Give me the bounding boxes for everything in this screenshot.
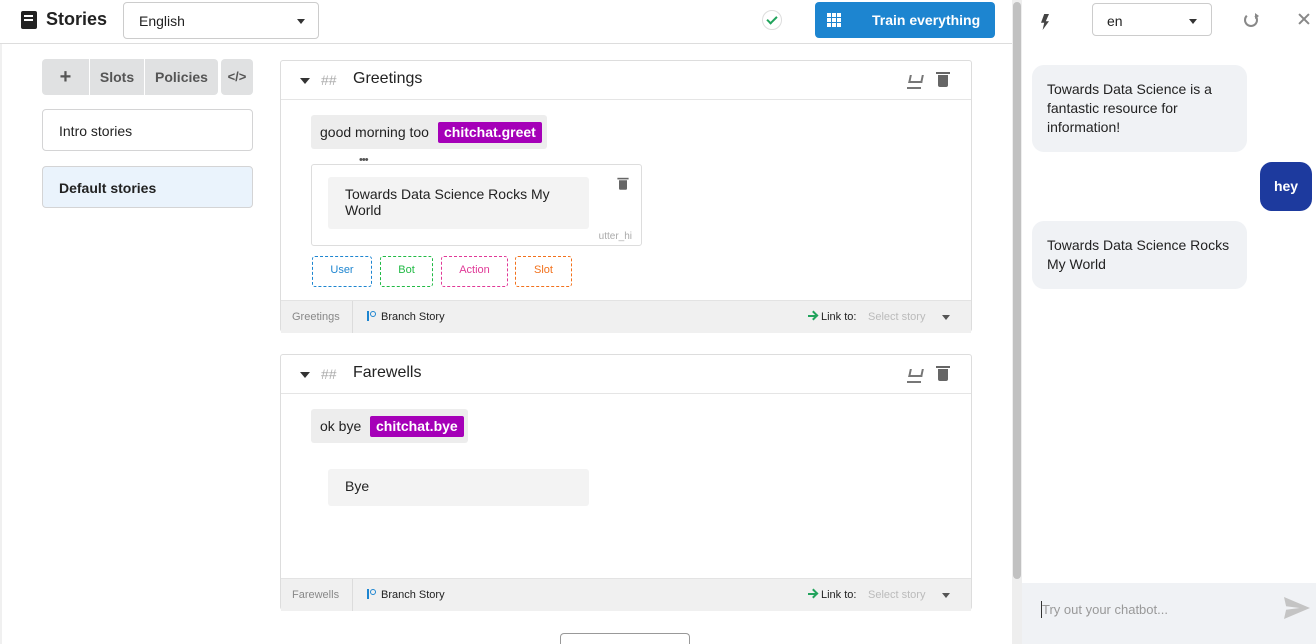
- story-card-farewells: ## Farewells ok bye chitchat.bye Bye Far…: [280, 354, 972, 611]
- delete-story-icon[interactable]: [936, 72, 950, 87]
- chat-input-placeholder: Try out your chatbot...: [1042, 602, 1168, 617]
- add-slot-button[interactable]: Slot: [515, 256, 572, 287]
- select-story-dropdown[interactable]: Select story: [868, 589, 925, 601]
- check-icon: [762, 10, 782, 30]
- chevron-down-icon[interactable]: [942, 315, 950, 320]
- chevron-down-icon[interactable]: [942, 593, 950, 598]
- sidebar-item-default-stories[interactable]: Default stories: [42, 166, 253, 208]
- response-name: utter_hi: [598, 231, 632, 242]
- left-edge: [0, 44, 2, 644]
- bot-response-text: Towards Data Science Rocks My World: [345, 186, 550, 218]
- train-label: Train everything: [872, 12, 981, 28]
- bot-response-box: Towards Data Science Rocks My World utte…: [311, 164, 642, 246]
- policies-button[interactable]: Policies: [145, 59, 218, 95]
- story-card-greetings: ## Greetings good morning too chitchat.g…: [280, 60, 972, 333]
- link-to-label: Link to:: [821, 311, 857, 323]
- delete-story-icon[interactable]: [936, 366, 950, 381]
- utterance-text: ok bye: [320, 418, 362, 434]
- intent-label[interactable]: chitchat.greet: [438, 122, 542, 143]
- add-step-buttons: User Bot Action Slot: [312, 256, 612, 287]
- chat-message-text: Towards Data Science Rocks My World: [1047, 237, 1230, 272]
- branch-icon: [367, 311, 376, 321]
- code-view-button[interactable]: </>: [221, 59, 253, 95]
- chat-message-bot: Towards Data Science is a fantastic reso…: [1032, 65, 1247, 152]
- bot-response[interactable]: Bye: [328, 469, 589, 506]
- user-utterance[interactable]: good morning too chitchat.greet: [311, 115, 547, 149]
- chat-message-text: Towards Data Science is a fantastic reso…: [1047, 81, 1212, 135]
- slots-button[interactable]: Slots: [90, 59, 144, 95]
- story-footer: Farewells Branch Story Link to: Select s…: [281, 578, 971, 611]
- train-everything-button[interactable]: Train everything: [815, 2, 995, 38]
- utterance-text: good morning too: [320, 124, 429, 140]
- bot-response[interactable]: Towards Data Science Rocks My World: [328, 177, 589, 229]
- intent-label[interactable]: chitchat.bye: [370, 416, 464, 437]
- delete-response-icon[interactable]: [617, 177, 629, 190]
- story-footer-name: Greetings: [292, 311, 340, 323]
- collapse-icon[interactable]: [300, 372, 310, 378]
- sidebar-item-intro-stories[interactable]: Intro stories: [42, 109, 253, 151]
- chat-message-bot: Towards Data Science Rocks My World: [1032, 221, 1247, 289]
- divider: [352, 301, 353, 333]
- chat-message-user: hey: [1260, 162, 1312, 211]
- refresh-icon[interactable]: [1244, 13, 1259, 27]
- book-icon: [21, 11, 37, 29]
- user-utterance[interactable]: ok bye chitchat.bye: [311, 409, 468, 443]
- select-story-dropdown[interactable]: Select story: [868, 311, 925, 323]
- bottom-tab[interactable]: [560, 633, 690, 644]
- chat-input[interactable]: Try out your chatbot...: [1022, 583, 1316, 644]
- scrollbar-thumb[interactable]: [1013, 2, 1021, 579]
- story-title[interactable]: Greetings: [353, 70, 422, 88]
- chat-language-dropdown[interactable]: en: [1092, 3, 1212, 36]
- add-action-button[interactable]: Action: [441, 256, 508, 287]
- story-header: ## Farewells: [281, 355, 971, 394]
- grid-icon: [827, 13, 841, 27]
- language-dropdown[interactable]: English: [123, 2, 319, 39]
- add-bot-button[interactable]: Bot: [380, 256, 433, 287]
- chat-language-value: en: [1107, 13, 1123, 29]
- link-to-label: Link to:: [821, 589, 857, 601]
- chat-message-text: hey: [1273, 178, 1299, 194]
- branch-icon: [367, 589, 376, 599]
- story-header: ## Greetings: [281, 61, 971, 100]
- story-hashes: ##: [321, 366, 337, 382]
- move-story-icon[interactable]: [907, 73, 921, 89]
- bot-response-text: Bye: [345, 478, 370, 494]
- arrow-right-icon: [808, 593, 816, 595]
- story-title[interactable]: Farewells: [353, 364, 421, 382]
- story-footer: Greetings Branch Story Link to: Select s…: [281, 300, 971, 333]
- language-value: English: [139, 13, 185, 29]
- arrow-right-icon: [808, 315, 816, 317]
- close-icon[interactable]: [1297, 12, 1311, 26]
- chevron-down-icon: [297, 19, 305, 24]
- chevron-down-icon: [1189, 19, 1197, 24]
- sidebar-item-label: Default stories: [59, 180, 157, 196]
- move-story-icon[interactable]: [907, 367, 921, 383]
- add-group-button[interactable]: +: [42, 59, 89, 95]
- story-footer-name: Farewells: [292, 589, 340, 601]
- story-hashes: ##: [321, 72, 337, 88]
- divider: [352, 579, 353, 611]
- collapse-icon[interactable]: [300, 78, 310, 84]
- branch-story-button[interactable]: Branch Story: [381, 311, 445, 323]
- sidebar-item-label: Intro stories: [59, 123, 133, 139]
- page-title: Stories: [46, 9, 108, 29]
- add-user-button[interactable]: User: [312, 256, 372, 287]
- branch-story-button[interactable]: Branch Story: [381, 589, 445, 601]
